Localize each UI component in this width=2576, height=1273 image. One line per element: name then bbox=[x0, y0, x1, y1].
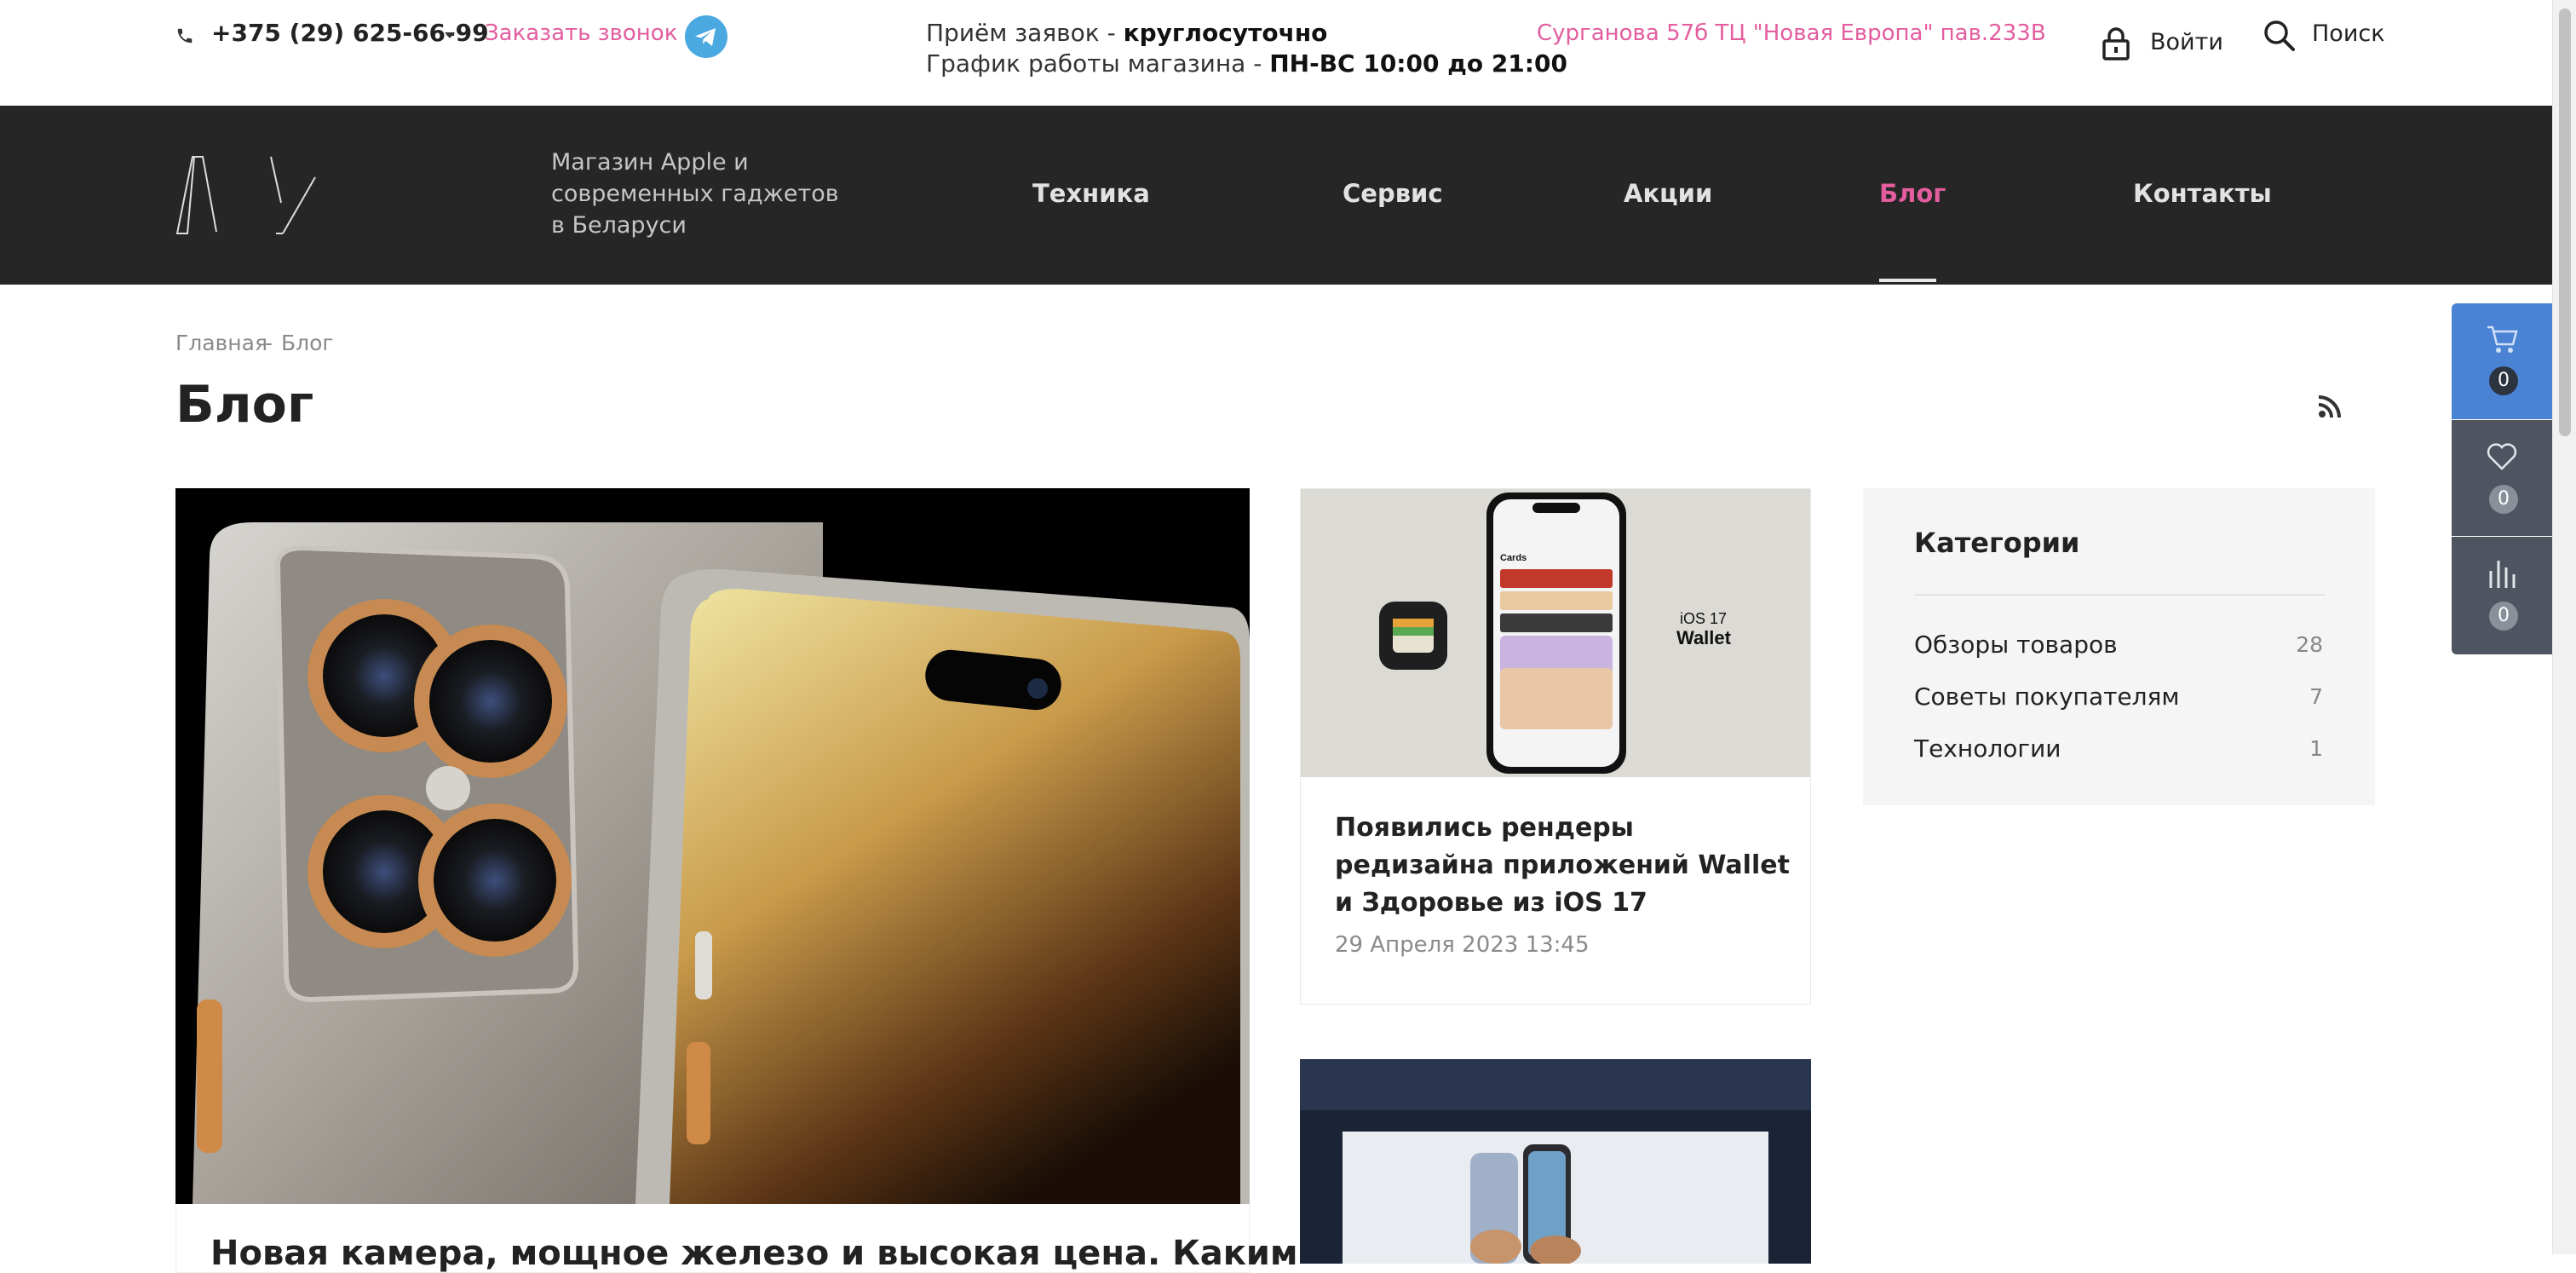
compare-count: 0 bbox=[2489, 602, 2518, 631]
phone-icon bbox=[177, 28, 193, 43]
nav-item-blog[interactable]: Блог bbox=[1879, 179, 1946, 208]
category-item[interactable]: Советы покупателям 7 bbox=[1914, 683, 2323, 717]
divider bbox=[1914, 594, 2326, 596]
ios-version-label: iOS 17 bbox=[1680, 610, 1727, 627]
wallet-label: Wallet bbox=[1676, 627, 1732, 648]
breadcrumb-separator: - bbox=[265, 331, 273, 355]
page-title: Блог bbox=[175, 375, 314, 435]
nav-item-contacts[interactable]: Контакты bbox=[2133, 179, 2272, 208]
compare-icon bbox=[2489, 561, 2516, 588]
category-name[interactable]: Технологии bbox=[1914, 734, 2061, 763]
category-item[interactable]: Обзоры товаров 28 bbox=[1914, 631, 2323, 665]
telegram-icon[interactable] bbox=[685, 15, 727, 58]
callback-link[interactable]: Заказать звонок bbox=[485, 20, 677, 46]
category-name[interactable]: Советы покупателям bbox=[1914, 683, 2180, 711]
breadcrumb-current: Блог bbox=[281, 331, 334, 355]
screen-cards-label: Cards bbox=[1500, 553, 1527, 563]
hours-line-1: Приём заявок - круглосуточно bbox=[926, 19, 1328, 47]
rss-icon[interactable] bbox=[2317, 394, 2343, 419]
category-count: 1 bbox=[2309, 736, 2323, 761]
cart-count: 0 bbox=[2489, 366, 2518, 395]
category-item[interactable]: Технологии 1 bbox=[1914, 734, 2323, 769]
favorites-button[interactable]: 0 bbox=[2452, 420, 2552, 536]
category-count: 7 bbox=[2309, 684, 2323, 709]
article-date: 29 Апреля 2023 13:45 bbox=[1335, 932, 1590, 958]
breadcrumb-home[interactable]: Главная bbox=[175, 331, 267, 355]
article-image[interactable]: Cards iOS 17 Wallet bbox=[1301, 489, 1810, 777]
article-image[interactable] bbox=[1300, 1059, 1811, 1264]
store-tagline: Магазин Apple и современных гаджетов в Б… bbox=[551, 149, 839, 239]
featured-article-image[interactable] bbox=[175, 488, 1250, 1204]
store-address-link[interactable]: Сурганова 57б ТЦ "Новая Европа" пав.233В bbox=[1537, 20, 2046, 46]
compare-button[interactable]: 0 bbox=[2452, 537, 2552, 654]
lock-icon[interactable] bbox=[2101, 26, 2131, 61]
featured-article-title[interactable]: Новая камера, мощное железо и высокая це… bbox=[210, 1234, 1298, 1273]
article-title[interactable]: Появились рендеры редизайна приложений W… bbox=[1335, 809, 1795, 922]
login-link[interactable]: Войти bbox=[2150, 29, 2223, 55]
active-nav-indicator bbox=[1879, 279, 1936, 282]
main-header: Магазин Apple и современных гаджетов в Б… bbox=[0, 106, 2552, 285]
favorites-count: 0 bbox=[2489, 485, 2518, 514]
hours-line-2: График работы магазина - ПН-ВС 10:00 до … bbox=[926, 49, 1567, 78]
search-icon[interactable] bbox=[2263, 19, 2297, 53]
top-bar: +375 (29) 625-66-99 Заказать звонок Приё… bbox=[0, 0, 2552, 106]
floating-side-panel: 0 0 0 bbox=[2452, 303, 2552, 654]
scrollbar-thumb[interactable] bbox=[2559, 9, 2571, 436]
category-count: 28 bbox=[2296, 632, 2323, 657]
chevron-down-icon[interactable] bbox=[445, 32, 455, 38]
cart-button[interactable]: 0 bbox=[2452, 303, 2552, 419]
logo[interactable] bbox=[175, 155, 320, 235]
nav-item-tech[interactable]: Техника bbox=[1032, 179, 1150, 208]
category-name[interactable]: Обзоры товаров bbox=[1914, 631, 2118, 659]
heart-icon bbox=[2487, 443, 2517, 470]
cart-icon bbox=[2487, 325, 2518, 353]
nav-item-service[interactable]: Сервис bbox=[1343, 179, 1443, 208]
nav-item-promotions[interactable]: Акции bbox=[1624, 179, 1712, 208]
categories-title: Категории bbox=[1914, 527, 2080, 559]
search-link[interactable]: Поиск bbox=[2312, 20, 2385, 47]
